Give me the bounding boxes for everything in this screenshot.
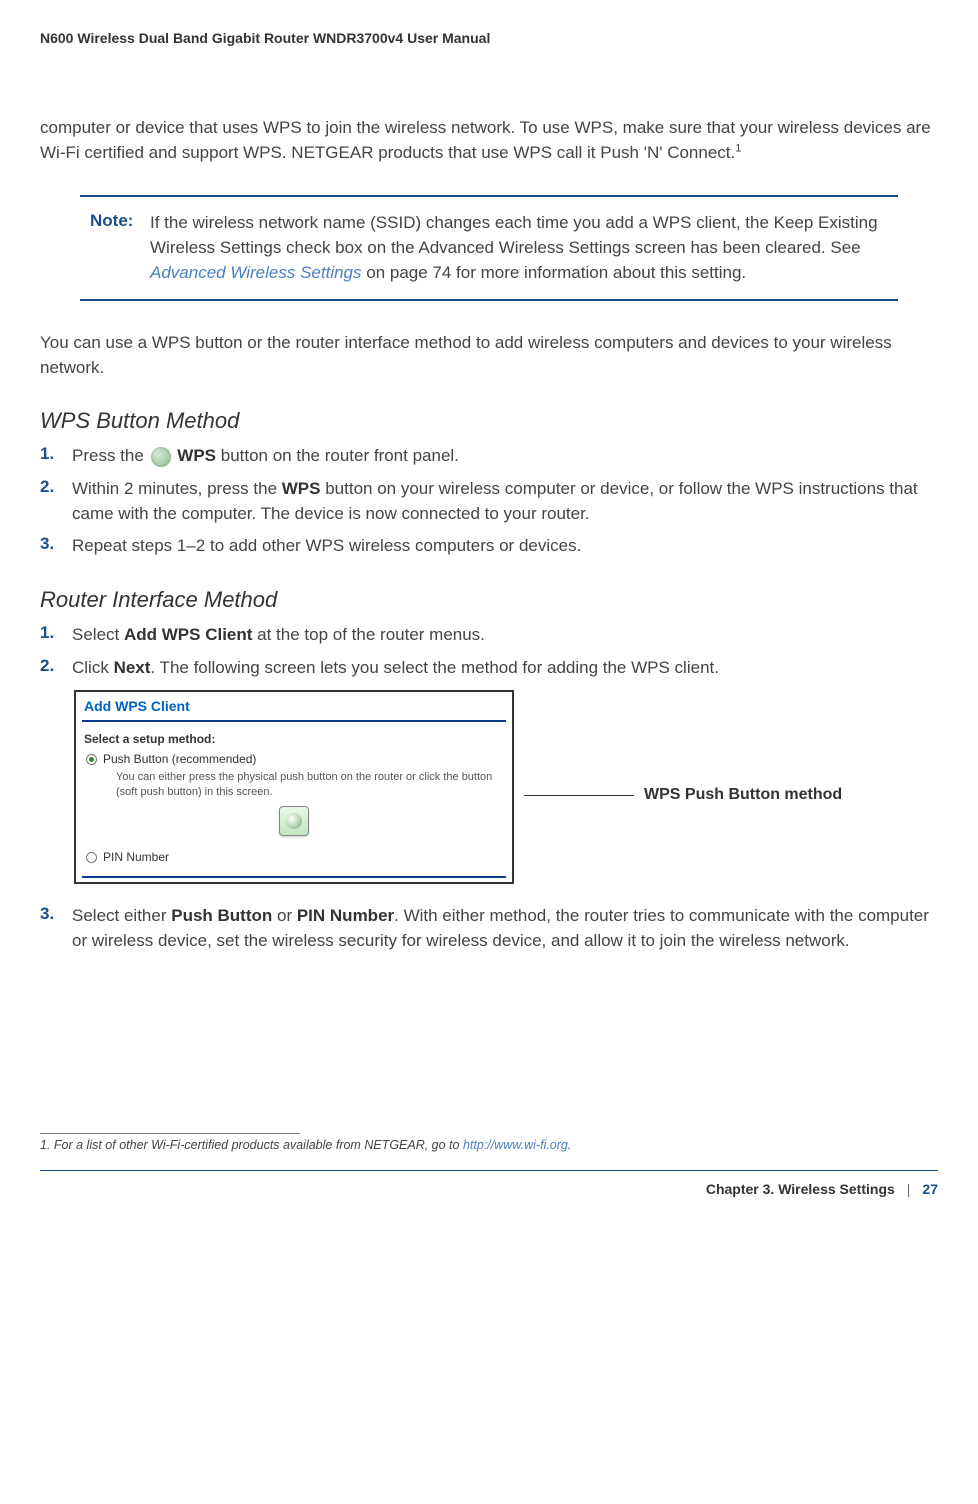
divider xyxy=(82,720,506,722)
radio-push-button[interactable]: Push Button (recommended) xyxy=(76,750,512,768)
push-button-help-text: You can either press the physical push b… xyxy=(76,768,512,806)
list-item: 2. Click Next. The following screen lets… xyxy=(40,656,938,681)
select-method-label: Select a setup method: xyxy=(76,732,512,750)
divider xyxy=(82,876,506,878)
note-box: Note: If the wireless network name (SSID… xyxy=(80,195,898,301)
footer-page: 27 xyxy=(922,1181,938,1197)
footnote-link[interactable]: http://www.wi-fi.org xyxy=(463,1138,568,1152)
step-bold: Push Button xyxy=(171,906,272,925)
step-number: 3. xyxy=(40,534,62,554)
running-head: N600 Wireless Dual Band Gigabit Router W… xyxy=(40,30,938,46)
step-number: 1. xyxy=(40,623,62,643)
router-interface-steps: 1. Select Add WPS Client at the top of t… xyxy=(40,623,938,680)
list-item: 1. Select Add WPS Client at the top of t… xyxy=(40,623,938,648)
step-post: . The following screen lets you select t… xyxy=(150,658,719,677)
radio-icon xyxy=(86,852,97,863)
list-item: 2. Within 2 minutes, press the WPS butto… xyxy=(40,477,938,526)
step-bold: Next xyxy=(114,658,151,677)
note-link[interactable]: Advanced Wireless Settings xyxy=(150,263,362,282)
radio-label: Push Button (recommended) xyxy=(103,752,256,766)
step-pre: Within 2 minutes, press the xyxy=(72,479,282,498)
step-text: Within 2 minutes, press the WPS button o… xyxy=(72,477,938,526)
step-text: Repeat steps 1–2 to add other WPS wirele… xyxy=(72,534,938,559)
wps-icon xyxy=(286,813,302,829)
section-wps-button-method: WPS Button Method xyxy=(40,408,938,434)
step-number: 2. xyxy=(40,656,62,676)
step-number: 1. xyxy=(40,444,62,464)
step-bold: PIN Number xyxy=(297,906,394,925)
footnote-tail: . xyxy=(568,1138,571,1152)
footer-chapter: Chapter 3. Wireless Settings xyxy=(706,1181,895,1197)
step-mid: or xyxy=(272,906,297,925)
radio-label: PIN Number xyxy=(103,850,169,864)
wps-button-steps: 1. Press the WPS button on the router fr… xyxy=(40,444,938,559)
screenshot-title: Add WPS Client xyxy=(76,692,512,718)
add-wps-client-screenshot: Add WPS Client Select a setup method: Pu… xyxy=(74,690,514,884)
soft-wps-button[interactable] xyxy=(279,806,309,836)
section-router-interface-method: Router Interface Method xyxy=(40,587,938,613)
screenshot-row: Add WPS Client Select a setup method: Pu… xyxy=(74,690,938,884)
step-text: Press the WPS button on the router front… xyxy=(72,444,938,469)
intro-text: computer or device that uses WPS to join… xyxy=(40,118,931,162)
router-interface-step3: 3. Select either Push Button or PIN Numb… xyxy=(40,904,938,953)
step-number: 3. xyxy=(40,904,62,924)
step-pre: Press the xyxy=(72,446,149,465)
list-item: 1. Press the WPS button on the router fr… xyxy=(40,444,938,469)
footer-separator: | xyxy=(907,1181,911,1197)
step-text: Select either Push Button or PIN Number.… xyxy=(72,904,938,953)
step-pre: Select xyxy=(72,625,124,644)
note-before-link: If the wireless network name (SSID) chan… xyxy=(150,213,878,257)
annotation: WPS Push Button method xyxy=(524,690,938,804)
footnote-ref: 1 xyxy=(735,142,741,154)
step-bold: WPS xyxy=(177,446,216,465)
note-after-link: on page 74 for more information about th… xyxy=(362,263,747,282)
step-bold: Add WPS Client xyxy=(124,625,252,644)
step-bold: WPS xyxy=(282,479,321,498)
note-label: Note: xyxy=(90,211,150,285)
footnote: 1. For a list of other Wi-Fi-certified p… xyxy=(40,1138,938,1152)
radio-icon xyxy=(86,754,97,765)
footnote-separator xyxy=(40,1133,300,1134)
step-post: button on the router front panel. xyxy=(216,446,459,465)
list-item: 3. Select either Push Button or PIN Numb… xyxy=(40,904,938,953)
footnote-text: For a list of other Wi-Fi-certified prod… xyxy=(54,1138,463,1152)
step-number: 2. xyxy=(40,477,62,497)
intro-paragraph: computer or device that uses WPS to join… xyxy=(40,116,938,165)
step-text: Select Add WPS Client at the top of the … xyxy=(72,623,938,648)
radio-pin-number[interactable]: PIN Number xyxy=(76,848,512,874)
list-item: 3. Repeat steps 1–2 to add other WPS wir… xyxy=(40,534,938,559)
footnote-num: 1. xyxy=(40,1138,54,1152)
annotation-line xyxy=(524,795,634,796)
step-text: Click Next. The following screen lets yo… xyxy=(72,656,938,681)
note-text: If the wireless network name (SSID) chan… xyxy=(150,211,888,285)
step-pre: Select either xyxy=(72,906,171,925)
footer: Chapter 3. Wireless Settings | 27 xyxy=(40,1171,938,1197)
after-note-paragraph: You can use a WPS button or the router i… xyxy=(40,331,938,380)
step-post: at the top of the router menus. xyxy=(252,625,484,644)
step-pre: Click xyxy=(72,658,114,677)
annotation-text: WPS Push Button method xyxy=(644,786,842,804)
wps-icon xyxy=(151,447,171,467)
